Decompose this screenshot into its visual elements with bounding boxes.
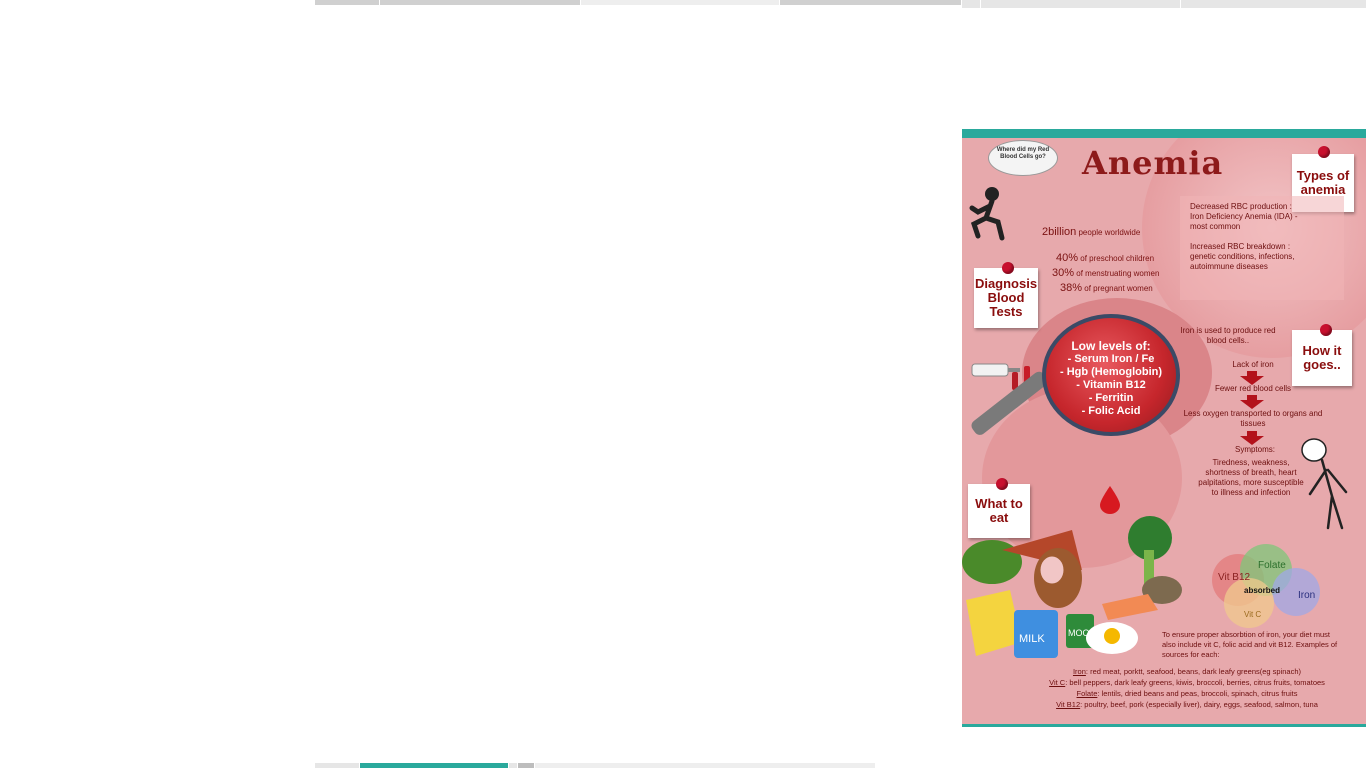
push-pin-icon	[1318, 146, 1330, 158]
tab-5[interactable]	[962, 0, 980, 8]
stat-number: 2billion	[1042, 226, 1077, 238]
venn-label-center: absorbed	[1244, 586, 1281, 595]
push-pin-icon	[1002, 262, 1014, 274]
stat-menstruating: 30% of menstruating women	[1052, 267, 1159, 279]
panel-line: genetic conditions, infections,	[1190, 252, 1295, 261]
source-text: : poultry, beef, pork (especially liver)…	[1080, 700, 1318, 709]
tab-2[interactable]	[380, 0, 580, 5]
lens-heading: Low levels of:	[1071, 339, 1151, 353]
flow-step-1: Lack of iron	[1232, 360, 1274, 369]
poster-title: Anemia	[1082, 144, 1224, 182]
down-arrow-icon	[1240, 436, 1264, 445]
stat-text: of menstruating women	[1074, 269, 1160, 278]
magnifying-lens: Low levels of: - Serum Iron / Fe - Hgb (…	[1042, 314, 1180, 436]
panel-line: Iron Deficiency Anemia (IDA) -	[1190, 212, 1298, 221]
panel-line: Increased RBC breakdown :	[1190, 242, 1291, 251]
note-label: Types of anemia	[1296, 168, 1350, 197]
source-line-iron: Iron: red meat, porktt, seafood, beans, …	[1012, 666, 1362, 677]
bottom-tab-active[interactable]	[360, 763, 508, 768]
tired-figure-icon	[1301, 438, 1348, 530]
source-text: : bell peppers, dark leafy greens, kiwis…	[1065, 678, 1325, 687]
lens-item: - Vitamin B12	[1076, 379, 1146, 391]
source-label: Iron	[1072, 667, 1086, 676]
down-arrow-icon	[1240, 400, 1264, 409]
stat-text: of pregnant women	[1082, 284, 1153, 293]
top-tab-strip-right	[962, 0, 1366, 8]
stat-pregnant: 38% of pregnant women	[1060, 282, 1153, 294]
panel-line: Decreased RBC production :	[1190, 202, 1292, 211]
sitting-figure-icon	[969, 187, 1005, 241]
flow-symptoms-title: Symptoms:	[1234, 445, 1275, 454]
thought-bubble: Where did my Red Blood Cells go?	[988, 140, 1058, 176]
source-line-folate: Folate: lentils, dried beans and peas, b…	[1012, 688, 1362, 699]
venn-label-vitc: Vit C	[1244, 610, 1262, 619]
push-pin-icon	[996, 478, 1008, 490]
bottom-tab-strip	[315, 763, 876, 768]
tab-1[interactable]	[315, 0, 379, 5]
tab-3[interactable]	[581, 0, 779, 5]
source-line-b12: Vit B12: poultry, beef, pork (especially…	[1012, 699, 1362, 710]
venn-label-b12: Vit B12	[1218, 572, 1251, 583]
anemia-infographic: Where did my Red Blood Cells go? Anemia …	[962, 129, 1366, 727]
stat-headline: 2billion people worldwide	[1042, 226, 1140, 238]
food-sources: Iron: red meat, porktt, seafood, beans, …	[1012, 666, 1362, 710]
flow-step-2: Fewer red blood cells	[1214, 384, 1292, 393]
bottom-tab-5[interactable]	[535, 763, 875, 768]
note-label: How it goes..	[1302, 343, 1342, 372]
stat-percent: 30%	[1052, 267, 1075, 279]
lens-item: - Hgb (Hemoglobin)	[1059, 366, 1163, 378]
lens-item: - Folic Acid	[1081, 405, 1141, 417]
source-text: : red meat, porktt, seafood, beans, dark…	[1085, 667, 1302, 676]
note-how-it-goes: How it goes..	[1292, 330, 1352, 386]
top-tab-strip-left	[315, 0, 962, 5]
bottom-tab-4[interactable]	[518, 763, 534, 768]
venn-label-iron: Iron	[1298, 590, 1316, 601]
note-diagnosis: Diagnosis Blood Tests	[974, 268, 1038, 328]
note-label: Diagnosis Blood Tests	[974, 276, 1038, 319]
bottom-tab-1[interactable]	[315, 763, 359, 768]
tab-4[interactable]	[780, 0, 961, 5]
diet-note: To ensure proper absorbtion of iron, you…	[1162, 630, 1338, 659]
source-text: : lentils, dried beans and peas, broccol…	[1097, 689, 1298, 698]
tab-7[interactable]	[1181, 0, 1366, 8]
stat-text: of preschool children	[1078, 254, 1155, 263]
stat-preschool: 40% of preschool children	[1056, 252, 1154, 264]
stat-percent: 38%	[1060, 282, 1083, 294]
flow-intro: Iron is used to produce red blood cells.…	[1180, 326, 1276, 345]
source-line-vitc: Vit C: bell peppers, dark leafy greens, …	[1012, 677, 1362, 688]
bottom-tab-3[interactable]	[509, 763, 517, 768]
panel-line: autoimmune diseases	[1190, 262, 1268, 271]
stat-text: people worldwide	[1076, 228, 1141, 237]
milk-label: MILK	[1019, 633, 1045, 645]
source-label: Folate	[1076, 689, 1098, 698]
lens-item: - Serum Iron / Fe	[1067, 353, 1155, 365]
venn-label-folate: Folate	[1258, 560, 1286, 571]
food-illustration: MILK MOO	[962, 516, 1182, 658]
tab-6[interactable]	[981, 0, 1180, 8]
types-panel: Decreased RBC production : Iron Deficien…	[1180, 196, 1344, 300]
source-label: Vit C	[1049, 678, 1066, 687]
stat-percent: 40%	[1056, 252, 1079, 264]
panel-line: most common	[1190, 222, 1241, 231]
flow-step-3: Less oxygen transported to organs and ti…	[1183, 409, 1323, 428]
source-label: Vit B12	[1056, 700, 1081, 709]
push-pin-icon	[1320, 324, 1332, 336]
lens-item: - Ferritin	[1088, 392, 1134, 404]
